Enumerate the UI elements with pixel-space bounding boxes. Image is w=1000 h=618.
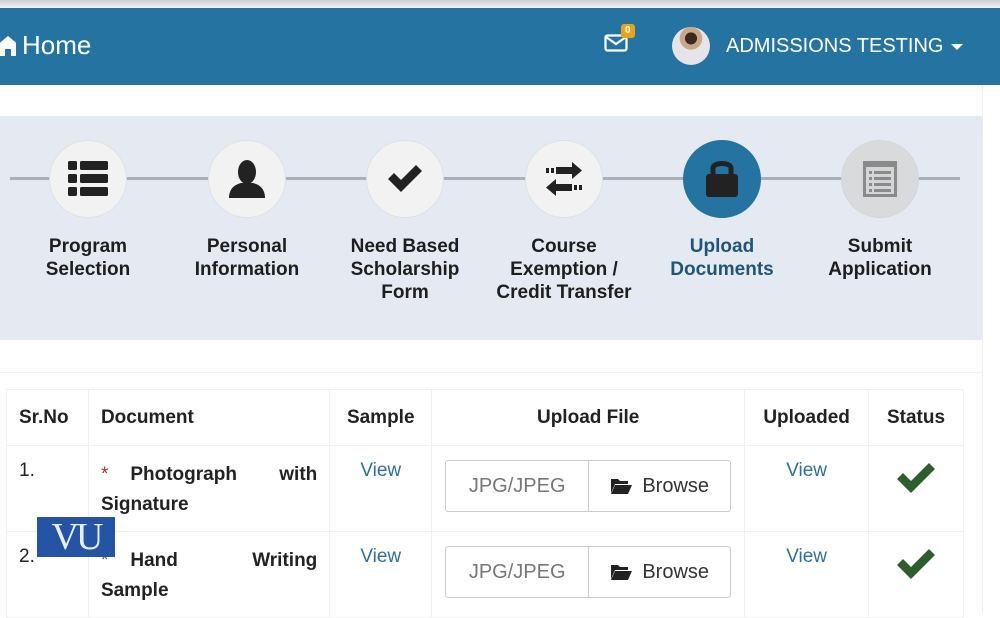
step-circle xyxy=(208,140,286,218)
status-check-icon xyxy=(895,549,937,587)
uploaded-view-link[interactable]: View xyxy=(786,546,827,567)
row-document: * Hand Writing Sample xyxy=(87,531,331,618)
step-label: Course Exemption / Credit Transfer xyxy=(496,236,632,303)
home-icon xyxy=(0,35,16,56)
browse-label: Browse xyxy=(642,560,710,583)
document-name: Hand Writing Sample xyxy=(100,550,318,601)
header-document: Document xyxy=(87,389,331,446)
row-status xyxy=(868,531,964,618)
folder-open-icon xyxy=(611,479,633,494)
step-circle xyxy=(525,140,603,218)
step-circle xyxy=(366,140,444,218)
page-right-border xyxy=(982,85,983,613)
required-marker: * xyxy=(100,464,109,485)
row-document: * Photograph with Signature xyxy=(87,445,331,532)
file-type-field[interactable]: JPG/JPEG xyxy=(446,461,590,511)
sample-view-link[interactable]: View xyxy=(360,546,401,567)
table-row: 1. * Photograph with Signature View JPG/J… xyxy=(6,445,964,532)
header-uploaded: Uploaded xyxy=(744,389,870,446)
check-icon xyxy=(388,165,422,192)
step-label: Submit Application xyxy=(828,236,932,280)
file-upload-group: JPG/JPEG Browse xyxy=(445,546,732,598)
user-name: ADMISSIONS TESTING xyxy=(726,35,944,57)
caret-down-icon xyxy=(951,43,964,50)
user-avatar[interactable] xyxy=(672,27,710,65)
step-circle xyxy=(49,140,127,218)
table-header-row: Sr.No Document Sample Upload File Upload… xyxy=(6,389,964,446)
step-circle xyxy=(683,140,761,218)
lock-icon xyxy=(706,161,738,197)
file-type-field[interactable]: JPG/JPEG xyxy=(446,547,590,597)
uploaded-view-link[interactable]: View xyxy=(786,460,827,481)
step-course-exemption[interactable]: Course Exemption / Credit Transfer xyxy=(489,140,639,304)
header-sr-no: Sr.No xyxy=(6,389,89,446)
exchange-icon xyxy=(546,162,582,196)
folder-open-icon xyxy=(611,565,633,580)
document-name: Photograph with Signature xyxy=(100,464,318,515)
user-menu[interactable]: ADMISSIONS TESTING xyxy=(726,35,964,58)
step-need-based-scholarship[interactable]: Need Based Scholarship Form xyxy=(330,140,480,304)
browse-label: Browse xyxy=(642,474,710,497)
row-sample: View xyxy=(329,445,433,532)
step-submit-application[interactable]: Submit Application xyxy=(805,140,955,281)
row-status xyxy=(868,445,964,532)
step-personal-information[interactable]: Personal Information xyxy=(172,140,322,281)
table-row: 2. * Hand Writing Sample View JPG/JPEG Br… xyxy=(6,531,964,618)
row-uploaded: View xyxy=(744,531,870,618)
sample-view-link[interactable]: View xyxy=(360,460,401,481)
step-label: Personal Information xyxy=(194,236,300,280)
step-program-selection[interactable]: Program Selection xyxy=(13,140,163,281)
top-navbar: Home 0 ADMISSIONS TESTING xyxy=(0,8,1000,85)
header-status: Status xyxy=(868,389,964,446)
browser-top-strip xyxy=(0,0,1000,8)
row-upload: JPG/JPEG Browse xyxy=(431,531,746,618)
step-upload-documents[interactable]: Upload Documents xyxy=(647,140,797,281)
list-alt-icon xyxy=(863,161,897,197)
section-divider xyxy=(0,372,982,373)
status-check-icon xyxy=(895,463,937,501)
header-sample: Sample xyxy=(329,389,433,446)
row-upload: JPG/JPEG Browse xyxy=(431,445,746,532)
user-icon xyxy=(229,160,265,198)
documents-table: Sr.No Document Sample Upload File Upload… xyxy=(6,389,964,618)
header-upload-file: Upload File xyxy=(431,389,746,446)
step-label: Program Selection xyxy=(45,236,131,280)
browse-button[interactable]: Browse xyxy=(589,547,730,597)
row-sample: View xyxy=(329,531,433,618)
list-icon xyxy=(68,161,108,196)
step-label: Upload Documents xyxy=(670,236,774,280)
home-link[interactable]: Home xyxy=(0,30,91,61)
file-upload-group: JPG/JPEG Browse xyxy=(445,460,732,512)
row-uploaded: View xyxy=(744,445,870,532)
step-label: Need Based Scholarship Form xyxy=(350,236,460,303)
home-label: Home xyxy=(22,30,92,60)
step-circle xyxy=(841,140,919,218)
mail-count-badge: 0 xyxy=(621,24,635,38)
application-wizard: Program Selection Personal Information N… xyxy=(0,116,982,340)
vu-logo-watermark: VU xyxy=(37,516,115,558)
browse-button[interactable]: Browse xyxy=(589,461,730,511)
